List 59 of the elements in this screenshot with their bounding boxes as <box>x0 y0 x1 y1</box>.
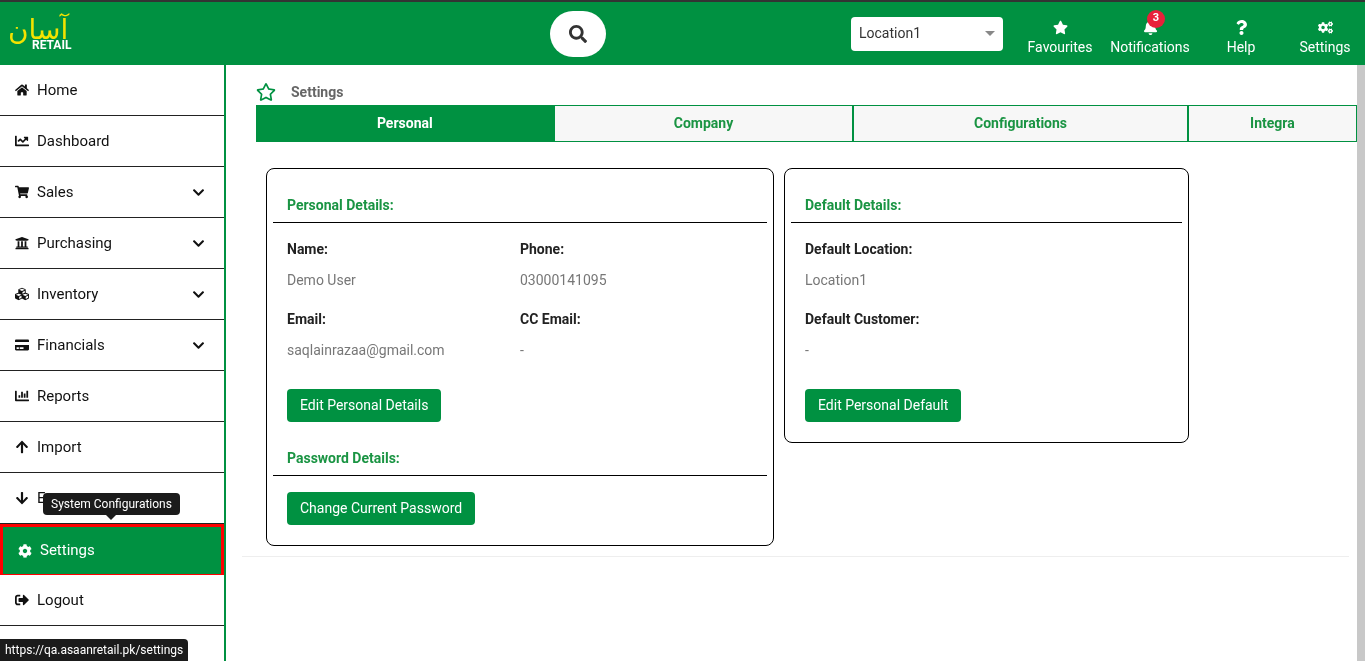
search-icon <box>568 24 587 43</box>
status-url: https://qa.asaanretail.pk/settings <box>0 639 189 661</box>
tooltip: System Configurations <box>43 493 180 515</box>
cart-icon <box>15 185 29 199</box>
sidebar-item[interactable]: Financials <box>0 320 224 371</box>
sidebar-item[interactable]: Import <box>0 422 224 473</box>
field-label: Name: <box>287 240 329 259</box>
header-action[interactable]: Settings <box>1295 9 1355 58</box>
arrow-up-icon <box>15 440 29 454</box>
bank-icon <box>15 236 29 250</box>
search-button[interactable] <box>549 10 606 57</box>
field-value: Location1 <box>805 271 869 290</box>
tab[interactable]: Personal <box>256 105 554 142</box>
gear-icon <box>18 543 32 558</box>
field-value: - <box>520 341 525 360</box>
field-value: Demo User <box>287 271 357 290</box>
action-button[interactable]: Edit Personal Details <box>287 389 442 422</box>
bar-chart-icon <box>15 389 29 403</box>
sidebar-item[interactable]: Dashboard <box>0 116 224 167</box>
section-heading: Personal Details: <box>273 189 767 223</box>
section-heading: Password Details: <box>273 442 767 476</box>
action-button[interactable]: Edit Personal Default <box>805 389 962 422</box>
star-icon <box>1052 19 1068 35</box>
gears-icon <box>1317 19 1333 35</box>
field-value: 03000141095 <box>520 271 608 290</box>
section-heading: Default Details: <box>791 189 1182 223</box>
field-label: Default Customer: <box>805 310 921 329</box>
header-action[interactable]: Favourites <box>1025 9 1095 58</box>
field-label: Email: <box>287 310 327 329</box>
field-label: CC Email: <box>520 310 582 329</box>
tab[interactable]: Integra <box>1187 105 1357 142</box>
header-action[interactable]: Help <box>1211 9 1271 58</box>
scrollbar[interactable] <box>1357 65 1365 661</box>
cubes-icon <box>15 287 29 301</box>
home-icon <box>15 83 29 97</box>
arrow-down-icon <box>15 491 29 505</box>
field-label: Default Location: <box>805 240 914 259</box>
sidebar-item[interactable]: Purchasing <box>0 218 224 269</box>
sidebar-item[interactable]: Reports <box>0 371 224 422</box>
page-title: Settings <box>291 82 344 102</box>
header-action[interactable]: Notifications 3 <box>1107 9 1193 58</box>
tab[interactable]: Configurations <box>853 105 1188 142</box>
action-button[interactable]: Change Current Password <box>287 492 476 525</box>
tab[interactable]: Company <box>553 105 854 142</box>
card-icon <box>15 338 29 352</box>
field-label: Phone: <box>520 240 566 259</box>
sidebar-item[interactable]: Sales <box>0 167 224 218</box>
sidebar-item[interactable]: Home <box>0 65 224 116</box>
line-chart-icon <box>15 134 29 148</box>
caret-icon <box>985 31 995 36</box>
field-value: - <box>805 341 810 360</box>
sidebar-item[interactable]: Settings <box>0 524 224 575</box>
location-select[interactable]: Location1 <box>851 16 1003 51</box>
sidebar-item[interactable]: Inventory <box>0 269 224 320</box>
count-badge: 3 <box>1147 9 1165 28</box>
field-value: saqlainrazaa@gmail.com <box>287 341 446 360</box>
sidebar-item[interactable]: Logout <box>0 575 224 626</box>
star-icon <box>256 82 276 102</box>
logout-icon <box>15 593 29 607</box>
